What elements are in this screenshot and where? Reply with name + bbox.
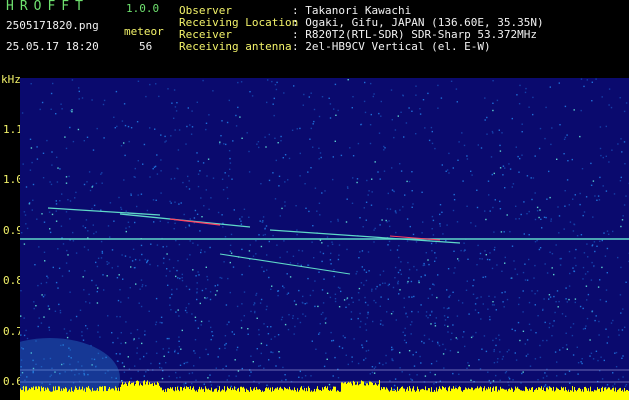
detection-label: meteor: [124, 25, 164, 38]
file-name: 2505171820.png: [6, 19, 99, 32]
app-version: 1.0.0: [126, 2, 160, 15]
spectrogram: [20, 78, 629, 400]
antenna-label: Receiving antenna: [179, 40, 292, 53]
y-axis-unit: kHz: [1, 73, 21, 86]
app-logo: HROFFT: [6, 0, 89, 14]
file-datetime: 25.05.17 18:20: [6, 40, 99, 53]
antenna-value: : 2el-HB9CV Vertical (el. E-W): [292, 40, 491, 53]
detection-count: 56: [139, 40, 153, 53]
header-panel: HROFFT 1.0.0 2505171820.png 25.05.17 18:…: [0, 0, 629, 76]
